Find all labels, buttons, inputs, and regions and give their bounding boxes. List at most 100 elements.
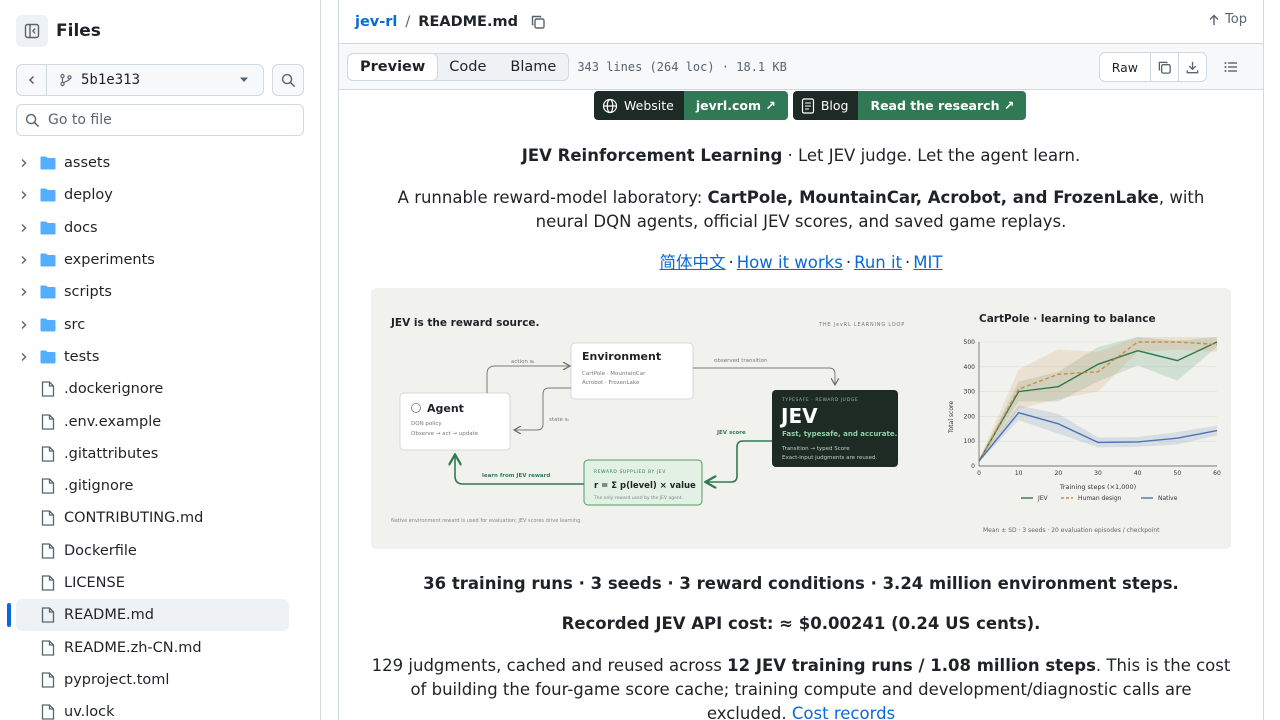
breadcrumb-separator: /: [405, 13, 411, 30]
chevron-right-icon[interactable]: [16, 158, 32, 168]
reward-note: The only reward used by the JEV agent.: [593, 495, 683, 501]
observed-transition-label: observed transition: [714, 358, 768, 364]
tree-folder-assets[interactable]: assets: [16, 147, 289, 179]
cost-records-link[interactable]: Cost records: [792, 704, 895, 720]
tagline-title: JEV Reinforcement Learning: [521, 146, 783, 165]
blog-badge[interactable]: Blog Read the research ↗: [792, 91, 1027, 120]
tree-item-label: uv.lock: [64, 704, 115, 720]
tab-preview[interactable]: Preview: [347, 52, 439, 81]
tree-file-uv-lock[interactable]: uv.lock: [16, 696, 289, 720]
jev-tagline: Fast, typesafe, and accurate.: [782, 430, 897, 438]
go-to-file-input[interactable]: [48, 112, 288, 128]
tree-folder-experiments[interactable]: experiments: [16, 244, 289, 276]
back-button[interactable]: [17, 65, 47, 95]
link-license[interactable]: MIT: [913, 253, 942, 272]
tree-item-label: .env.example: [64, 413, 162, 430]
view-mode-tabs: Preview Code Blame: [347, 52, 570, 81]
tree-folder-scripts[interactable]: scripts: [16, 276, 289, 308]
top-label: Top: [1225, 12, 1247, 27]
go-to-file-field[interactable]: [16, 104, 304, 136]
tree-item-label: Dockerfile: [64, 542, 137, 559]
tree-folder-docs[interactable]: docs: [16, 212, 289, 244]
outline-button[interactable]: [1215, 52, 1247, 82]
download-button[interactable]: [1178, 53, 1206, 81]
chevron-left-icon: [28, 75, 34, 85]
folder-icon: [40, 318, 56, 332]
file-toolbar: Preview Code Blame 343 lines (264 loc) · 1…: [339, 44, 1263, 90]
agent-title: Agent: [427, 402, 464, 415]
chevron-right-icon[interactable]: [16, 287, 32, 297]
branch-row: 5b1e313: [16, 64, 304, 96]
file-icon: [40, 543, 56, 559]
branch-dropdown[interactable]: 5b1e313: [47, 65, 263, 95]
file-icon: [40, 381, 56, 397]
tree-file-contributing-md[interactable]: CONTRIBUTING.md: [16, 502, 289, 534]
tree-folder-tests[interactable]: tests: [16, 341, 289, 373]
tree-item-label: .gitattributes: [64, 445, 159, 462]
back-to-top-button[interactable]: Top: [1208, 12, 1247, 27]
badges-row: Website jevrl.com ↗ Blog Read the resear…: [594, 91, 1027, 120]
tree-file-gitattributes[interactable]: .gitattributes: [16, 438, 289, 470]
chevron-right-icon[interactable]: [16, 223, 32, 233]
tab-blame[interactable]: Blame: [498, 54, 568, 80]
collapse-sidebar-button[interactable]: [16, 15, 48, 47]
search-button[interactable]: [272, 64, 304, 96]
chart-footnote: Mean ± SD · 3 seeds · 20 evaluation epis…: [983, 527, 1160, 534]
y-tick-label: 300: [964, 389, 976, 396]
action-arrow: [486, 366, 569, 393]
state-arrow: [515, 387, 571, 430]
tree-file-readme-zh-cn-md[interactable]: README.zh-CN.md: [16, 631, 289, 663]
copy-raw-button[interactable]: [1150, 53, 1178, 81]
tree-file-readme-md[interactable]: README.md: [7, 599, 289, 632]
tab-code[interactable]: Code: [437, 54, 498, 80]
tree-file-dockerignore[interactable]: .dockerignore: [16, 373, 289, 405]
chevron-right-icon[interactable]: [16, 320, 32, 330]
tagline: JEV Reinforcement Learning · Let JEV jud…: [339, 146, 1263, 165]
caret-down-icon: [240, 77, 248, 82]
tree-item-label: docs: [64, 219, 98, 236]
observed-transition-arrow: [693, 367, 835, 384]
tree-item-label: src: [64, 316, 86, 333]
tree-file-dockerfile[interactable]: Dockerfile: [16, 535, 289, 567]
x-tick-label: 40: [1134, 470, 1142, 477]
figure-footnote: Native environment reward is used for ev…: [391, 518, 582, 524]
folder-icon: [40, 156, 56, 170]
tree-item-label: assets: [64, 155, 111, 172]
folder-icon: [40, 221, 56, 235]
link-how-it-works[interactable]: How it works: [737, 253, 843, 272]
readme-links: 简体中文 · How it works · Run it · MIT: [659, 253, 943, 272]
tree-folder-src[interactable]: src: [16, 308, 289, 340]
copy-path-button[interactable]: [530, 14, 546, 30]
file-icon: [40, 607, 56, 623]
jev-line-1: Transition → typed Score: [781, 446, 850, 452]
y-tick-label: 100: [964, 438, 976, 445]
figure-left-title: JEV is the reward source.: [390, 317, 540, 329]
sidebar-title: Files: [56, 21, 101, 41]
raw-button[interactable]: Raw: [1100, 53, 1150, 81]
y-tick-label: 200: [964, 413, 976, 420]
file-stats: 343 lines (264 loc) · 18.1 KB: [577, 59, 787, 74]
x-tick-label: 30: [1094, 470, 1102, 477]
tagline-text: · Let JEV judge. Let the agent learn.: [782, 146, 1081, 165]
breadcrumb-repo-link[interactable]: jev-rl: [355, 14, 397, 30]
branch-selector[interactable]: 5b1e313: [16, 64, 264, 96]
tree-file-env-example[interactable]: .env.example: [16, 405, 289, 437]
chevron-right-icon[interactable]: [16, 190, 32, 200]
file-view: jev-rl / README.md Top Preview Code Blame …: [338, 0, 1264, 720]
website-badge[interactable]: Website jevrl.com ↗: [594, 91, 788, 120]
file-icon: [40, 446, 56, 462]
chevron-right-icon[interactable]: [16, 255, 32, 265]
chevron-right-icon[interactable]: [16, 352, 32, 362]
tree-file-pyproject-toml[interactable]: pyproject.toml: [16, 664, 289, 696]
jev-line-2: Exact-input judgments are reused.: [782, 455, 878, 461]
intro-paragraph: A runnable reward-model laboratory: Cart…: [371, 186, 1231, 234]
jev-title: JEV: [779, 404, 818, 428]
blog-badge-value: Read the research ↗: [858, 91, 1027, 120]
action-arrow-label: action aₜ: [511, 359, 535, 365]
link-chinese[interactable]: 简体中文: [660, 253, 726, 272]
tree-file-license[interactable]: LICENSE: [16, 567, 289, 599]
link-run-it[interactable]: Run it: [854, 253, 902, 272]
tree-file-gitignore[interactable]: .gitignore: [16, 470, 289, 502]
chart-x-axis-label: Training steps (×1,000): [1059, 483, 1136, 491]
tree-folder-deploy[interactable]: deploy: [16, 179, 289, 211]
